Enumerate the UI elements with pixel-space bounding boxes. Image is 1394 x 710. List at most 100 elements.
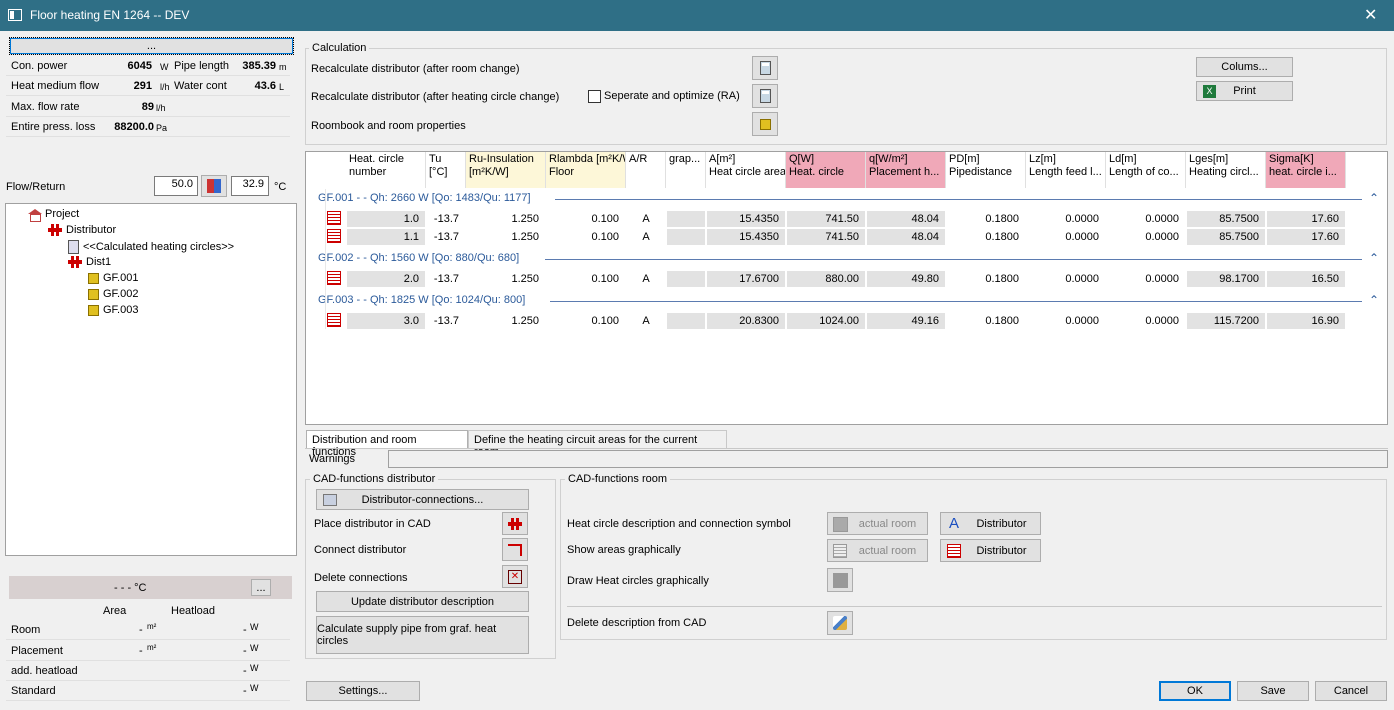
table-cell[interactable]: 0.0000 xyxy=(1107,229,1185,245)
collapse-icon[interactable]: ⌃ xyxy=(1369,251,1379,265)
group-header[interactable]: GF.002 - - Qh: 1560 W [Qo: 880/Qu: 680] xyxy=(318,252,519,264)
table-cell[interactable]: 0.0000 xyxy=(1027,313,1105,329)
table-cell[interactable]: A xyxy=(627,211,665,227)
table-cell[interactable]: 15.4350 xyxy=(707,211,785,227)
table-cell[interactable]: 0.1800 xyxy=(947,271,1025,287)
table-cell[interactable]: 0.0000 xyxy=(1027,271,1105,287)
column-header[interactable]: A/R xyxy=(626,152,666,188)
table-cell[interactable]: -13.7 xyxy=(427,229,465,245)
delete-description-button[interactable] xyxy=(827,611,853,635)
settings-button[interactable]: Settings... xyxy=(306,681,420,701)
table-cell[interactable]: 85.7500 xyxy=(1187,211,1265,227)
table-cell[interactable]: 0.1800 xyxy=(947,211,1025,227)
table-cell[interactable]: 98.1700 xyxy=(1187,271,1265,287)
table-cell[interactable]: 85.7500 xyxy=(1187,229,1265,245)
table-cell[interactable]: -13.7 xyxy=(427,271,465,287)
print-button[interactable]: X Print xyxy=(1196,81,1293,101)
table-cell[interactable]: 0.0000 xyxy=(1027,211,1105,227)
ok-button[interactable]: OK xyxy=(1159,681,1231,701)
group-header[interactable]: GF.003 - - Qh: 1825 W [Qo: 1024/Qu: 800] xyxy=(318,294,525,306)
close-icon[interactable]: ✕ xyxy=(1364,5,1377,25)
table-cell[interactable]: 16.90 xyxy=(1267,313,1345,329)
desc-distributor-button[interactable]: A Distributor xyxy=(940,512,1041,535)
table-cell[interactable]: 15.4350 xyxy=(707,229,785,245)
table-cell[interactable]: A xyxy=(627,271,665,287)
table-cell[interactable]: 1.250 xyxy=(467,313,545,329)
column-header[interactable]: Q[W] Heat. circle xyxy=(786,152,866,188)
table-cell[interactable]: -13.7 xyxy=(427,211,465,227)
table-cell[interactable]: 741.50 xyxy=(787,229,865,245)
return-input[interactable]: 32.9 xyxy=(231,176,269,196)
tree-item[interactable]: Dist1 xyxy=(68,256,111,268)
column-header[interactable]: Lz[m] Length feed l... xyxy=(1026,152,1106,188)
place-distributor-button[interactable] xyxy=(502,512,528,535)
show-actual-room-button[interactable]: actual room xyxy=(827,539,928,562)
tree-item[interactable]: GF.001 xyxy=(88,272,138,284)
column-header[interactable]: Rlambda [m²K/W Floor xyxy=(546,152,626,188)
table-cell[interactable]: 48.04 xyxy=(867,211,945,227)
column-header[interactable]: Sigma[K] heat. circle i... xyxy=(1266,152,1346,188)
separate-checkbox[interactable] xyxy=(588,90,601,103)
cancel-button[interactable]: Cancel xyxy=(1315,681,1387,701)
recalc-circle-button[interactable] xyxy=(752,84,778,108)
heating-circle-icon[interactable] xyxy=(327,229,341,243)
table-cell[interactable]: 741.50 xyxy=(787,211,865,227)
top-ellipsis-button[interactable]: ... xyxy=(9,37,294,55)
table-cell[interactable]: 1.250 xyxy=(467,229,545,245)
table-cell[interactable]: 1.250 xyxy=(467,211,545,227)
columns-button[interactable]: Colums... xyxy=(1196,57,1293,77)
table-cell[interactable]: 1.1 xyxy=(347,229,425,245)
update-description-button[interactable]: Update distributor description xyxy=(316,591,529,612)
table-cell[interactable] xyxy=(667,229,705,245)
table-cell[interactable] xyxy=(667,211,705,227)
collapse-icon[interactable]: ⌃ xyxy=(1369,191,1379,205)
heating-circle-icon[interactable] xyxy=(327,313,341,327)
table-cell[interactable]: 2.0 xyxy=(347,271,425,287)
column-header[interactable]: A[m²] Heat circle area xyxy=(706,152,786,188)
table-cell[interactable]: 16.50 xyxy=(1267,271,1345,287)
column-header[interactable]: q[W/m²] Placement h... xyxy=(866,152,946,188)
desc-actual-room-button[interactable]: actual room xyxy=(827,512,928,535)
recalc-room-button[interactable] xyxy=(752,56,778,80)
table-cell[interactable]: A xyxy=(627,313,665,329)
tree-item[interactable]: <<Calculated heating circles>> xyxy=(68,240,234,254)
draw-circles-button[interactable] xyxy=(827,568,853,592)
table-cell[interactable]: 49.16 xyxy=(867,313,945,329)
table-cell[interactable]: 1.0 xyxy=(347,211,425,227)
column-header[interactable]: Ru-Insulation [m²K/W] xyxy=(466,152,546,188)
table-cell[interactable]: 17.6700 xyxy=(707,271,785,287)
roombook-button[interactable] xyxy=(752,112,778,136)
column-header[interactable]: Ld[m] Length of co... xyxy=(1106,152,1186,188)
show-distributor-button[interactable]: Distributor xyxy=(940,539,1041,562)
table-cell[interactable]: 48.04 xyxy=(867,229,945,245)
table-cell[interactable] xyxy=(667,271,705,287)
distributor-connections-button[interactable]: Distributor-connections... xyxy=(316,489,529,510)
table-cell[interactable]: 0.100 xyxy=(547,211,625,227)
column-header[interactable]: PD[m] Pipedistance xyxy=(946,152,1026,188)
table-cell[interactable]: 3.0 xyxy=(347,313,425,329)
table-cell[interactable]: 0.0000 xyxy=(1107,211,1185,227)
swap-temp-button[interactable] xyxy=(201,175,227,197)
table-cell[interactable]: 0.100 xyxy=(547,313,625,329)
tree-item[interactable]: Distributor xyxy=(48,224,116,236)
tab-distribution[interactable]: Distribution and room functions xyxy=(306,430,468,458)
flow-input[interactable]: 50.0 xyxy=(154,176,198,196)
table-cell[interactable]: A xyxy=(627,229,665,245)
table-cell[interactable]: 1.250 xyxy=(467,271,545,287)
heating-circle-icon[interactable] xyxy=(327,211,341,225)
table-cell[interactable] xyxy=(667,313,705,329)
column-header[interactable]: Heat. circle number xyxy=(346,152,426,188)
column-header[interactable]: Lges[m] Heating circl... xyxy=(1186,152,1266,188)
tree-item[interactable]: Project xyxy=(28,208,79,222)
calculate-supply-button[interactable]: Calculate supply pipe from graf. heat ci… xyxy=(316,616,529,654)
table-cell[interactable]: 20.8300 xyxy=(707,313,785,329)
table-cell[interactable]: 0.0000 xyxy=(1107,271,1185,287)
table-cell[interactable]: -13.7 xyxy=(427,313,465,329)
delete-connections-button[interactable]: ✕ xyxy=(502,565,528,588)
tree-item[interactable]: GF.003 xyxy=(88,304,138,316)
table-cell[interactable]: 49.80 xyxy=(867,271,945,287)
table-cell[interactable]: 0.0000 xyxy=(1107,313,1185,329)
table-cell[interactable]: 0.100 xyxy=(547,271,625,287)
table-cell[interactable]: 0.1800 xyxy=(947,229,1025,245)
table-cell[interactable]: 115.7200 xyxy=(1187,313,1265,329)
